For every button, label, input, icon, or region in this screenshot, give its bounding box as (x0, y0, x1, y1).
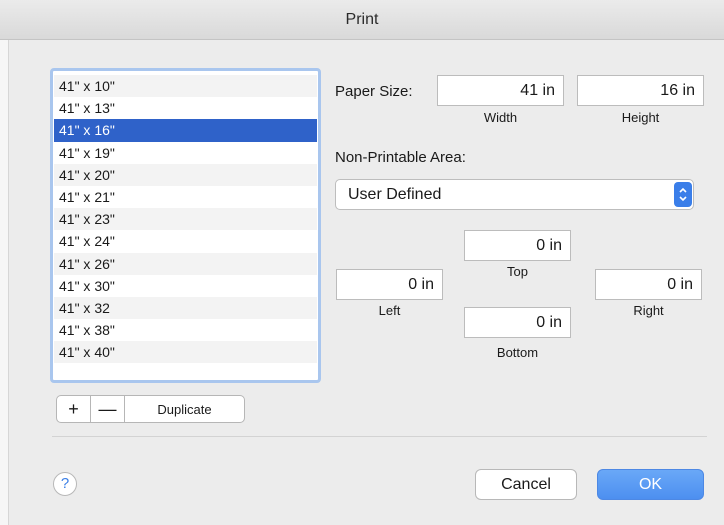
paper-size-list-item[interactable]: 41" x 19" (54, 142, 317, 164)
background-window-edge (0, 40, 9, 525)
paper-size-list-item[interactable]: 41" x 10" (54, 75, 317, 98)
paper-width-field[interactable]: 41 in (437, 75, 564, 106)
paper-size-list-item[interactable]: 41" x 16" (54, 119, 317, 142)
select-arrows-icon (674, 182, 692, 207)
margin-left-label: Left (378, 303, 401, 318)
paper-size-list-item[interactable]: 41" x 40" (54, 341, 317, 364)
paper-size-list-item[interactable]: 41" x 38" (54, 319, 317, 341)
window-titlebar: Print (0, 0, 724, 40)
paper-size-list-item[interactable]: 41" x 24" (54, 230, 317, 252)
margin-top-field[interactable]: 0 in (464, 230, 571, 261)
margin-right-field[interactable]: 0 in (595, 269, 702, 300)
list-controls: + — Duplicate (56, 395, 245, 423)
margin-left-field[interactable]: 0 in (336, 269, 443, 300)
paper-size-list-item[interactable]: 41" x 26" (54, 252, 317, 275)
paper-size-list-item[interactable]: 41" x 23" (54, 208, 317, 231)
footer-divider (52, 436, 707, 437)
non-printable-area-select[interactable]: User Defined (335, 179, 694, 210)
paper-size-list-item[interactable]: 41" x 13" (54, 97, 317, 119)
paper-size-list-item[interactable]: 41" x 32 (54, 296, 317, 320)
margin-bottom-label: Bottom (496, 345, 539, 360)
remove-paper-size-button[interactable]: — (91, 396, 125, 422)
cancel-button[interactable]: Cancel (475, 469, 577, 500)
window-title: Print (345, 11, 379, 28)
paper-size-label: Paper Size: (335, 83, 413, 100)
paper-size-list-item[interactable]: 41" x 21" (54, 186, 317, 208)
non-printable-area-value: User Defined (348, 186, 442, 203)
paper-size-list-item[interactable]: 41" x 30" (54, 275, 317, 297)
paper-size-list[interactable]: 41" x 10" 41" x 13" 41" x 16" 41" x 19" 41" … (50, 68, 321, 383)
paper-size-list-items: 41" x 10" 41" x 13" 41" x 16" 41" x 19" 41" … (54, 75, 317, 364)
margin-bottom-field[interactable]: 0 in (464, 307, 571, 338)
add-paper-size-button[interactable]: + (57, 396, 91, 422)
duplicate-button[interactable]: Duplicate (125, 396, 244, 422)
non-printable-area-label: Non-Printable Area: (335, 149, 466, 166)
paper-height-label: Height (621, 110, 660, 125)
help-button[interactable]: ? (53, 472, 77, 496)
paper-width-label: Width (483, 110, 518, 125)
margin-top-label: Top (507, 264, 528, 279)
ok-button[interactable]: OK (597, 469, 704, 500)
paper-size-list-item[interactable]: 41" x 20" (54, 163, 317, 186)
margin-right-label: Right (633, 303, 664, 318)
paper-height-field[interactable]: 16 in (577, 75, 704, 106)
